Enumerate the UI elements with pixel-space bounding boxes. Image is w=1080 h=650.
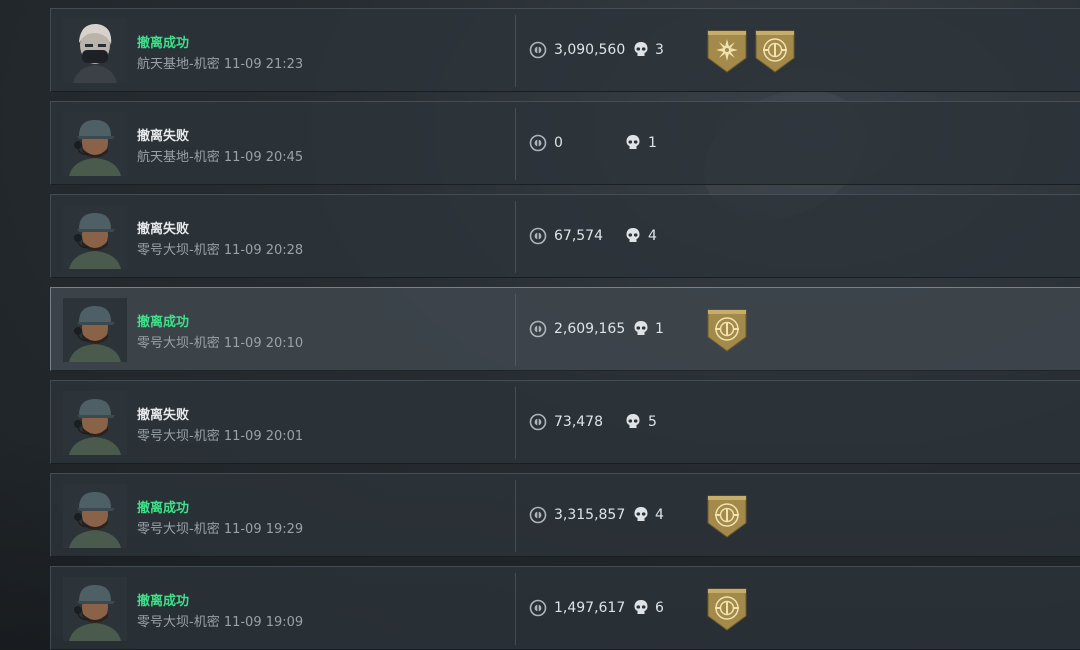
row-divider <box>515 108 516 180</box>
row-divider <box>515 480 516 552</box>
row-divider <box>515 294 516 366</box>
money-value: 3,315,857 <box>554 507 626 523</box>
money-value: 67,574 <box>554 228 603 244</box>
crest-emblem-badge-icon <box>707 588 747 631</box>
skull-icon <box>634 321 648 335</box>
map-and-time: 航天基地-机密 11-09 21:23 <box>137 57 304 72</box>
skull-icon <box>634 600 648 614</box>
extraction-status: 撤离失败 <box>137 129 190 144</box>
map-and-time: 零号大坝-机密 11-09 19:09 <box>137 615 304 630</box>
match-record-row[interactable]: 撤离失败 零号大坝-机密 11-09 20:28 67,574 4 <box>50 194 1080 278</box>
currency-icon <box>529 506 547 524</box>
row-divider <box>515 201 516 273</box>
kill-count: 5 <box>648 414 657 430</box>
currency-icon <box>529 413 547 431</box>
operator-avatar <box>63 205 127 269</box>
extraction-status: 撤离成功 <box>137 501 190 516</box>
extraction-status: 撤离成功 <box>137 594 190 609</box>
money-value: 0 <box>554 135 563 151</box>
money-value: 73,478 <box>554 414 603 430</box>
operator-avatar <box>63 577 127 641</box>
sun-emblem-badge-icon <box>707 30 747 73</box>
currency-icon <box>529 134 547 152</box>
row-divider <box>515 573 516 645</box>
operator-avatar <box>63 19 127 83</box>
map-and-time: 航天基地-机密 11-09 20:45 <box>137 150 304 165</box>
row-divider <box>515 15 516 87</box>
extraction-status: 撤离成功 <box>137 315 190 330</box>
kill-count: 1 <box>648 135 657 151</box>
match-record-row[interactable]: 撤离成功 航天基地-机密 11-09 21:23 3,090,560 3 <box>50 8 1080 92</box>
kill-count: 1 <box>655 321 664 337</box>
currency-icon <box>529 320 547 338</box>
match-record-row[interactable]: 撤离成功 零号大坝-机密 11-09 20:10 2,609,165 1 <box>50 287 1080 371</box>
extraction-status: 撤离失败 <box>137 408 190 423</box>
row-divider <box>515 387 516 459</box>
currency-icon <box>529 599 547 617</box>
crest-emblem-badge-icon <box>755 30 795 73</box>
currency-icon <box>529 41 547 59</box>
extraction-status: 撤离成功 <box>137 36 190 51</box>
operator-avatar <box>63 112 127 176</box>
kill-count: 3 <box>655 42 664 58</box>
match-record-row[interactable]: 撤离失败 航天基地-机密 11-09 20:45 0 1 <box>50 101 1080 185</box>
skull-icon <box>634 42 648 56</box>
kill-count: 4 <box>648 228 657 244</box>
money-value: 2,609,165 <box>554 321 626 337</box>
money-value: 3,090,560 <box>554 42 626 58</box>
match-record-row[interactable]: 撤离成功 零号大坝-机密 11-09 19:09 1,497,617 6 <box>50 566 1080 650</box>
map-and-time: 零号大坝-机密 11-09 20:28 <box>137 243 304 258</box>
skull-icon <box>634 507 648 521</box>
kill-count: 6 <box>655 600 664 616</box>
extraction-status: 撤离失败 <box>137 222 190 237</box>
operator-avatar <box>63 298 127 362</box>
currency-icon <box>529 227 547 245</box>
money-value: 1,497,617 <box>554 600 626 616</box>
kill-count: 4 <box>655 507 664 523</box>
match-record-row[interactable]: 撤离失败 零号大坝-机密 11-09 20:01 73,478 5 <box>50 380 1080 464</box>
operator-avatar <box>63 484 127 548</box>
skull-icon <box>626 414 640 428</box>
skull-icon <box>626 228 640 242</box>
crest-emblem-badge-icon <box>707 495 747 538</box>
map-and-time: 零号大坝-机密 11-09 20:01 <box>137 429 304 444</box>
map-and-time: 零号大坝-机密 11-09 20:10 <box>137 336 304 351</box>
skull-icon <box>626 135 640 149</box>
crest-emblem-badge-icon <box>707 309 747 352</box>
operator-avatar <box>63 391 127 455</box>
match-record-row[interactable]: 撤离成功 零号大坝-机密 11-09 19:29 3,315,857 4 <box>50 473 1080 557</box>
map-and-time: 零号大坝-机密 11-09 19:29 <box>137 522 304 537</box>
